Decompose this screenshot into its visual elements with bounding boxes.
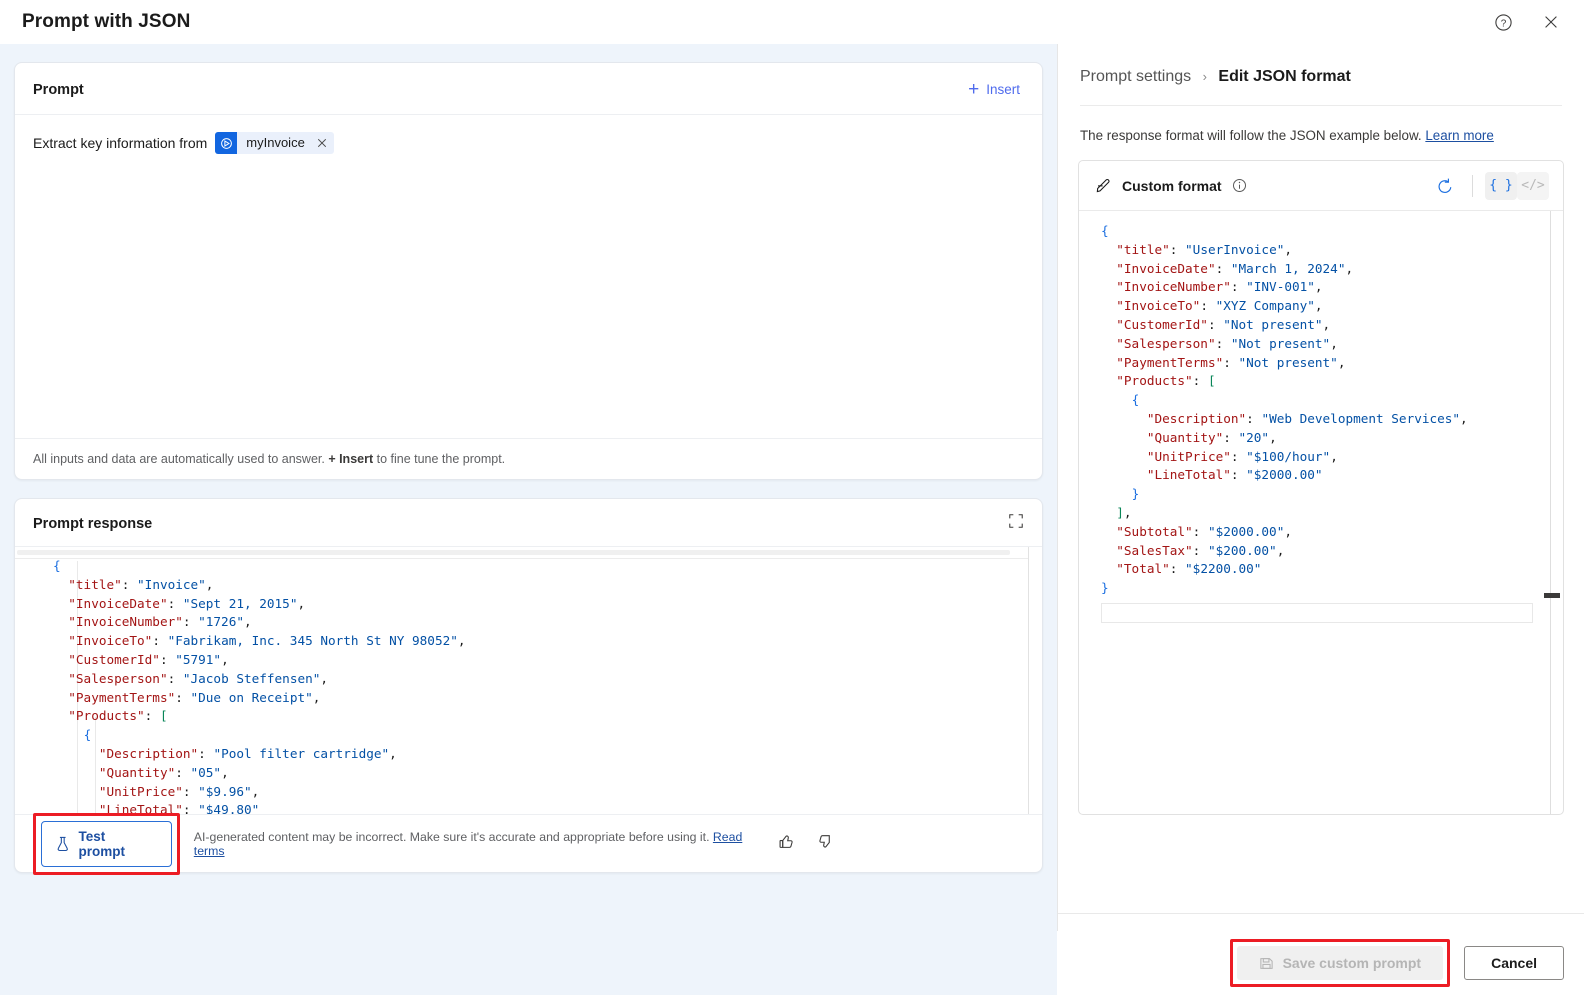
expand-icon[interactable] [1008, 513, 1024, 534]
code-view-toggle[interactable]: </> [1517, 171, 1549, 200]
red-highlight-box: Test prompt [33, 812, 180, 875]
custom-format-json-code: { "title": "UserInvoice", "InvoiceDate":… [1101, 223, 1468, 596]
thumbs-down-icon[interactable] [817, 833, 834, 855]
breadcrumb: Prompt settings › Edit JSON format [1080, 68, 1562, 86]
response-card-header: Prompt response [15, 499, 1042, 547]
prompt-text-line: Extract key information from myInvoice [33, 131, 1024, 155]
custom-format-v-scrollbar-thumb[interactable] [1544, 593, 1560, 598]
footer-note-c: to fine tune the prompt. [373, 452, 506, 466]
prompt-card-header: Prompt + Insert [15, 63, 1042, 115]
toolbar-divider [1472, 174, 1473, 197]
test-prompt-highlight: Test prompt [33, 812, 180, 875]
prompt-response-card: Prompt response { "title": "Invoice", "I… [14, 498, 1043, 875]
response-v-scrollbar[interactable] [1028, 547, 1042, 814]
settings-description: The response format will follow the JSON… [1058, 106, 1584, 143]
custom-format-label: Custom format [1122, 177, 1222, 194]
page-title: Prompt with JSON [22, 11, 191, 32]
response-code-area[interactable]: { "title": "Invoice", "InvoiceDate": "Se… [15, 547, 1042, 814]
test-prompt-label: Test prompt [78, 828, 126, 859]
left-pane: Prompt + Insert Extract key information … [0, 44, 1057, 995]
source-chip-myinvoice[interactable]: myInvoice [215, 132, 334, 154]
prompt-card: Prompt + Insert Extract key information … [14, 62, 1043, 480]
pen-edit-icon [1095, 177, 1112, 194]
dialog-footer: Save custom prompt Cancel [1057, 931, 1584, 995]
breadcrumb-parent[interactable]: Prompt settings [1080, 68, 1191, 85]
settings-header: Prompt settings › Edit JSON format [1058, 44, 1584, 106]
save-disk-icon [1259, 957, 1273, 969]
dialog-content: Prompt + Insert Extract key information … [0, 44, 1584, 995]
response-json-code: { "title": "Invoice", "InvoiceDate": "Se… [53, 558, 466, 814]
insert-button[interactable]: + Insert [964, 77, 1024, 102]
breadcrumb-current: Edit JSON format [1218, 68, 1351, 85]
source-chip-label: myInvoice [246, 135, 305, 150]
ai-disclaimer: AI-generated content may be incorrect. M… [194, 830, 764, 858]
dialog-cancel-button[interactable]: Cancel [1464, 946, 1564, 980]
close-icon[interactable] [1538, 9, 1564, 35]
plus-icon: + [968, 79, 980, 100]
prompt-card-title: Prompt [33, 81, 84, 98]
response-card-footer: Test prompt AI-generated content may be … [15, 812, 1042, 875]
help-circle-icon[interactable]: ? [1490, 9, 1516, 35]
prompt-settings-pane: Prompt settings › Edit JSON format The r… [1057, 44, 1584, 995]
custom-format-toolbar-actions: { } </> [1430, 171, 1549, 201]
chip-remove-icon[interactable] [314, 132, 334, 154]
footer-note-insert: + Insert [328, 452, 374, 466]
prompt-card-footer-note: All inputs and data are automatically us… [15, 438, 1042, 479]
prompt-card-header-actions: + Insert [964, 77, 1024, 102]
response-card-title: Prompt response [33, 515, 153, 532]
custom-format-v-scrollbar[interactable] [1550, 211, 1551, 814]
thumbs-up-icon[interactable] [778, 833, 795, 855]
prompt-editor[interactable]: Extract key information from myInvoice [15, 115, 1042, 438]
prompt-text-prefix: Extract key information from [33, 135, 208, 151]
custom-format-h-scrollbar[interactable] [1101, 603, 1533, 623]
settings-description-text: The response format will follow the JSON… [1080, 128, 1422, 143]
save-custom-prompt-button[interactable]: Save custom prompt [1236, 946, 1444, 980]
learn-more-link[interactable]: Learn more [1425, 128, 1493, 143]
flask-icon [57, 836, 68, 851]
title-bar-actions: ? [1490, 9, 1564, 35]
svg-text:?: ? [1500, 18, 1506, 29]
custom-format-editor-card: Custom format {} </> {"title": "UserIn… [1078, 160, 1564, 815]
breadcrumb-separator-icon: › [1202, 69, 1207, 84]
response-card-header-actions [1008, 513, 1024, 534]
feedback-controls [778, 833, 1024, 855]
custom-format-toolbar: Custom format {} </> [1079, 161, 1563, 211]
test-prompt-button[interactable]: Test prompt [41, 820, 172, 867]
custom-format-code-area[interactable]: { "title": "UserInvoice", "InvoiceDate":… [1079, 211, 1563, 814]
insert-button-label: Insert [986, 82, 1020, 97]
save-highlight-box: Save custom prompt [1229, 939, 1451, 987]
footer-note-a: All inputs and data are automatically us… [33, 452, 329, 466]
info-circle-icon[interactable] [1232, 178, 1247, 193]
dataverse-table-icon [215, 132, 238, 154]
reset-undo-icon[interactable] [1430, 171, 1460, 201]
ai-disclaimer-text: AI-generated content may be incorrect. M… [193, 829, 710, 844]
dialog-title-bar: Prompt with JSON ? [0, 0, 1584, 44]
json-view-toggle[interactable]: { } [1485, 171, 1517, 200]
save-custom-prompt-label: Save custom prompt [1282, 955, 1422, 971]
